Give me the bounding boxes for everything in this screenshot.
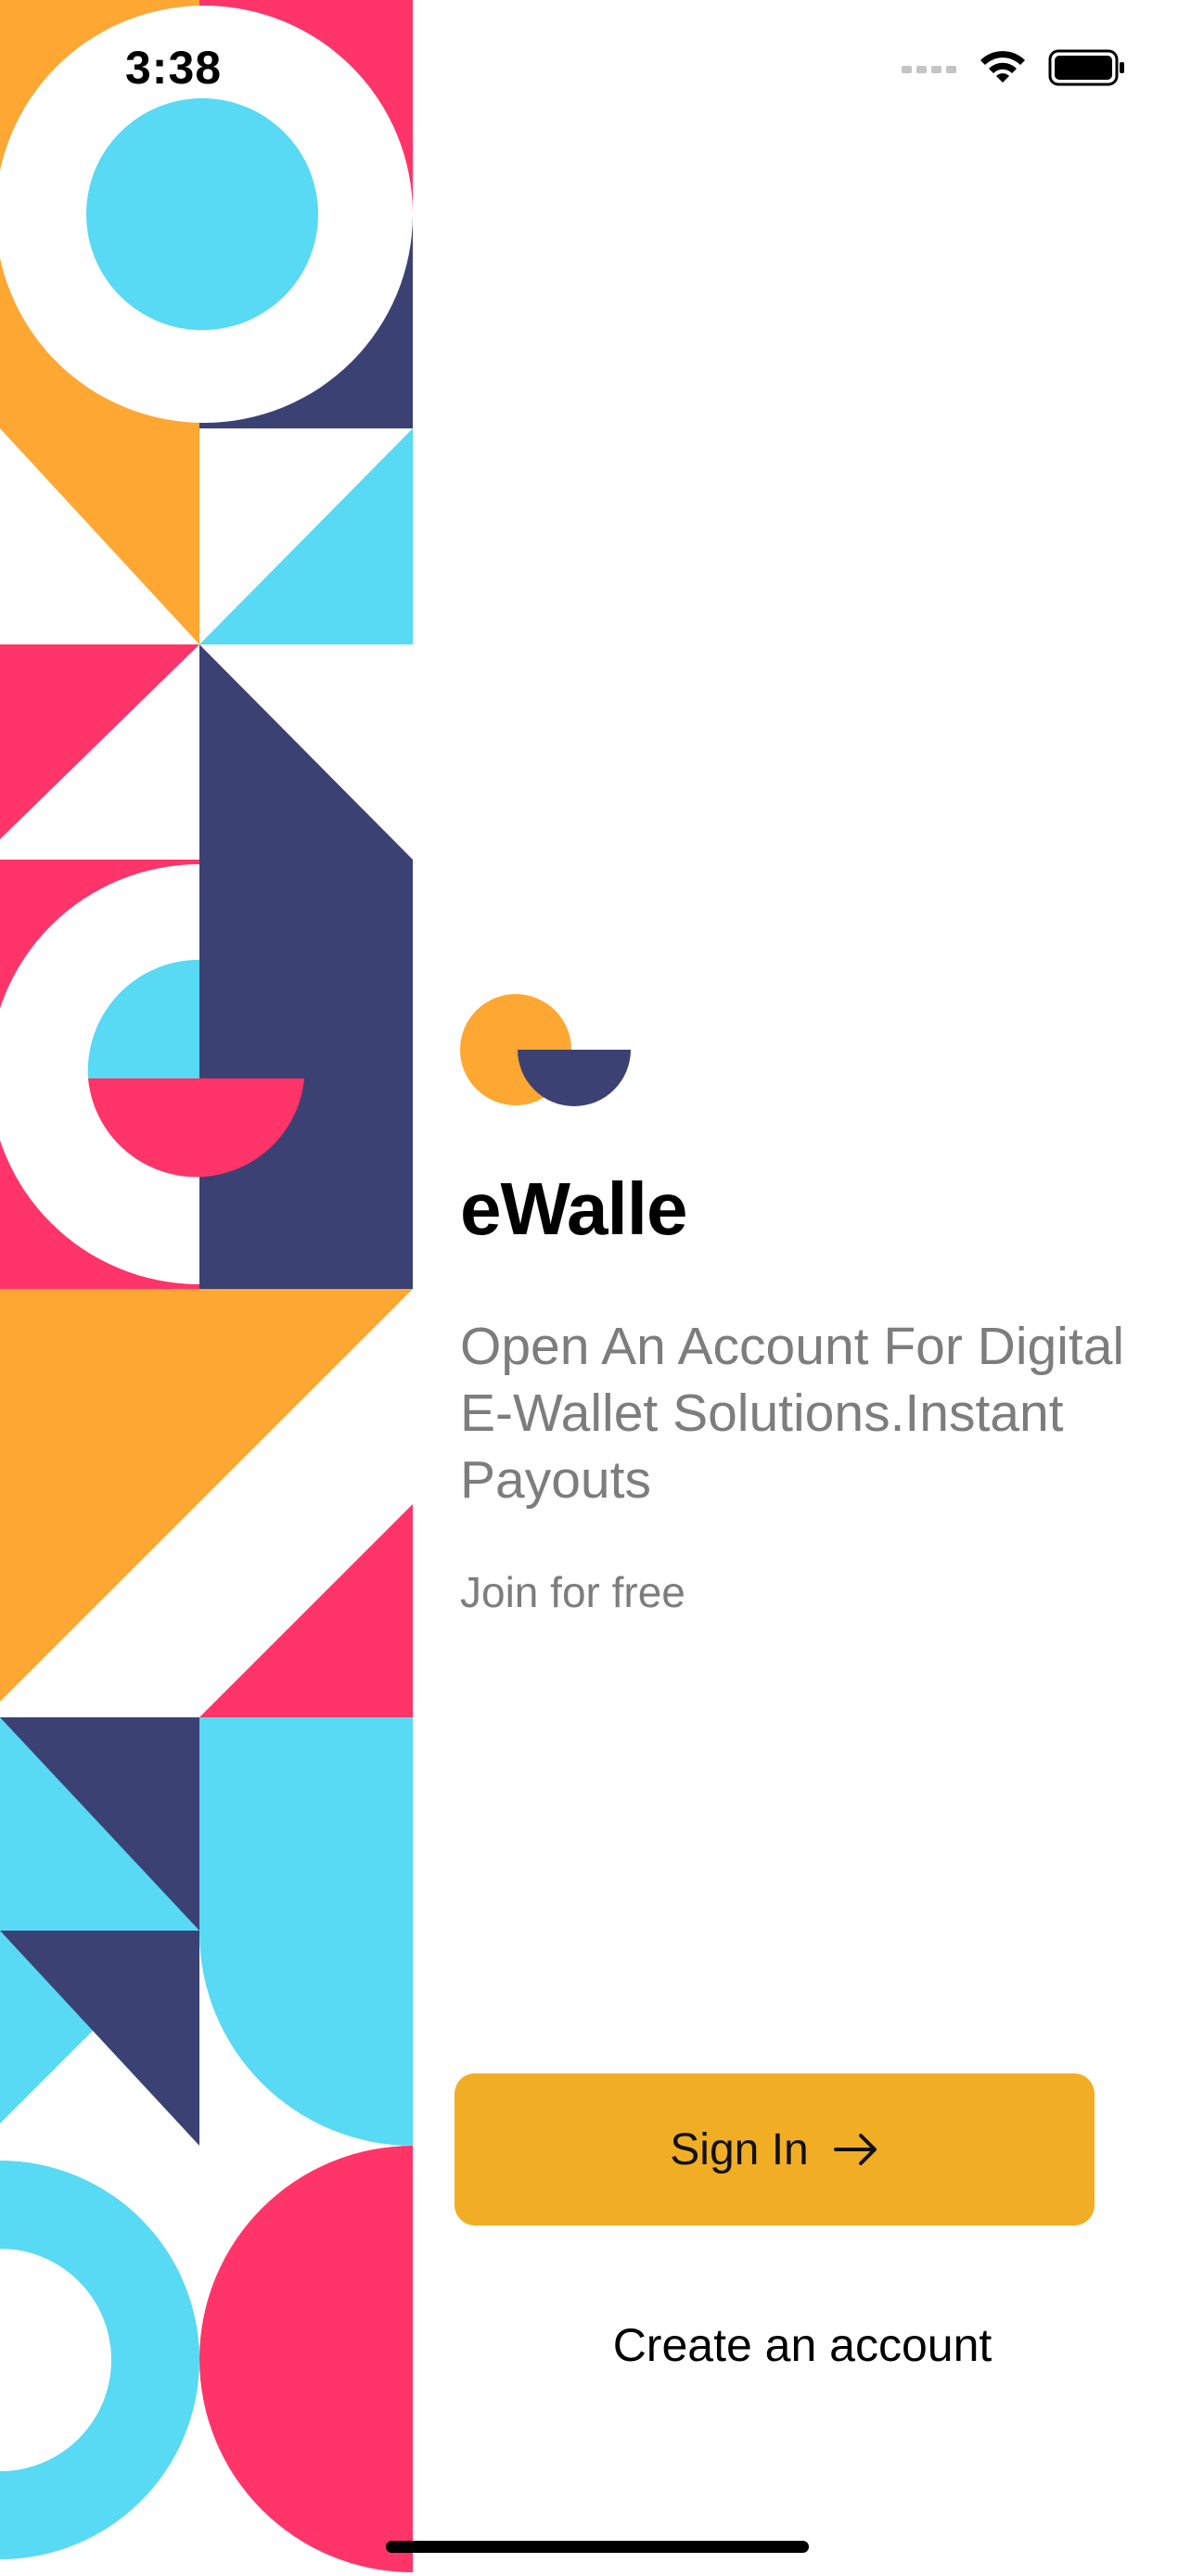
wifi-icon	[980, 51, 1025, 83]
status-time: 3:38	[125, 42, 223, 94]
join-for-free-text: Join for free	[460, 1568, 685, 1616]
status-bar: 3:38	[0, 0, 1191, 130]
home-indicator	[386, 2541, 809, 2553]
app-title: eWalle	[460, 1167, 687, 1250]
create-account-link[interactable]: Create an account	[455, 2318, 1150, 2372]
battery-icon	[1048, 49, 1124, 86]
cellular-signal-icon	[902, 66, 956, 73]
decorative-pattern	[0, 0, 413, 2576]
arrow-right-icon	[833, 2134, 877, 2165]
sign-in-label: Sign In	[670, 2124, 809, 2174]
tagline: Open An Account For Digital E-Wallet Sol…	[460, 1317, 1125, 1510]
ewalle-logo	[460, 994, 631, 1106]
sign-in-button[interactable]: Sign In	[455, 2073, 1095, 2225]
